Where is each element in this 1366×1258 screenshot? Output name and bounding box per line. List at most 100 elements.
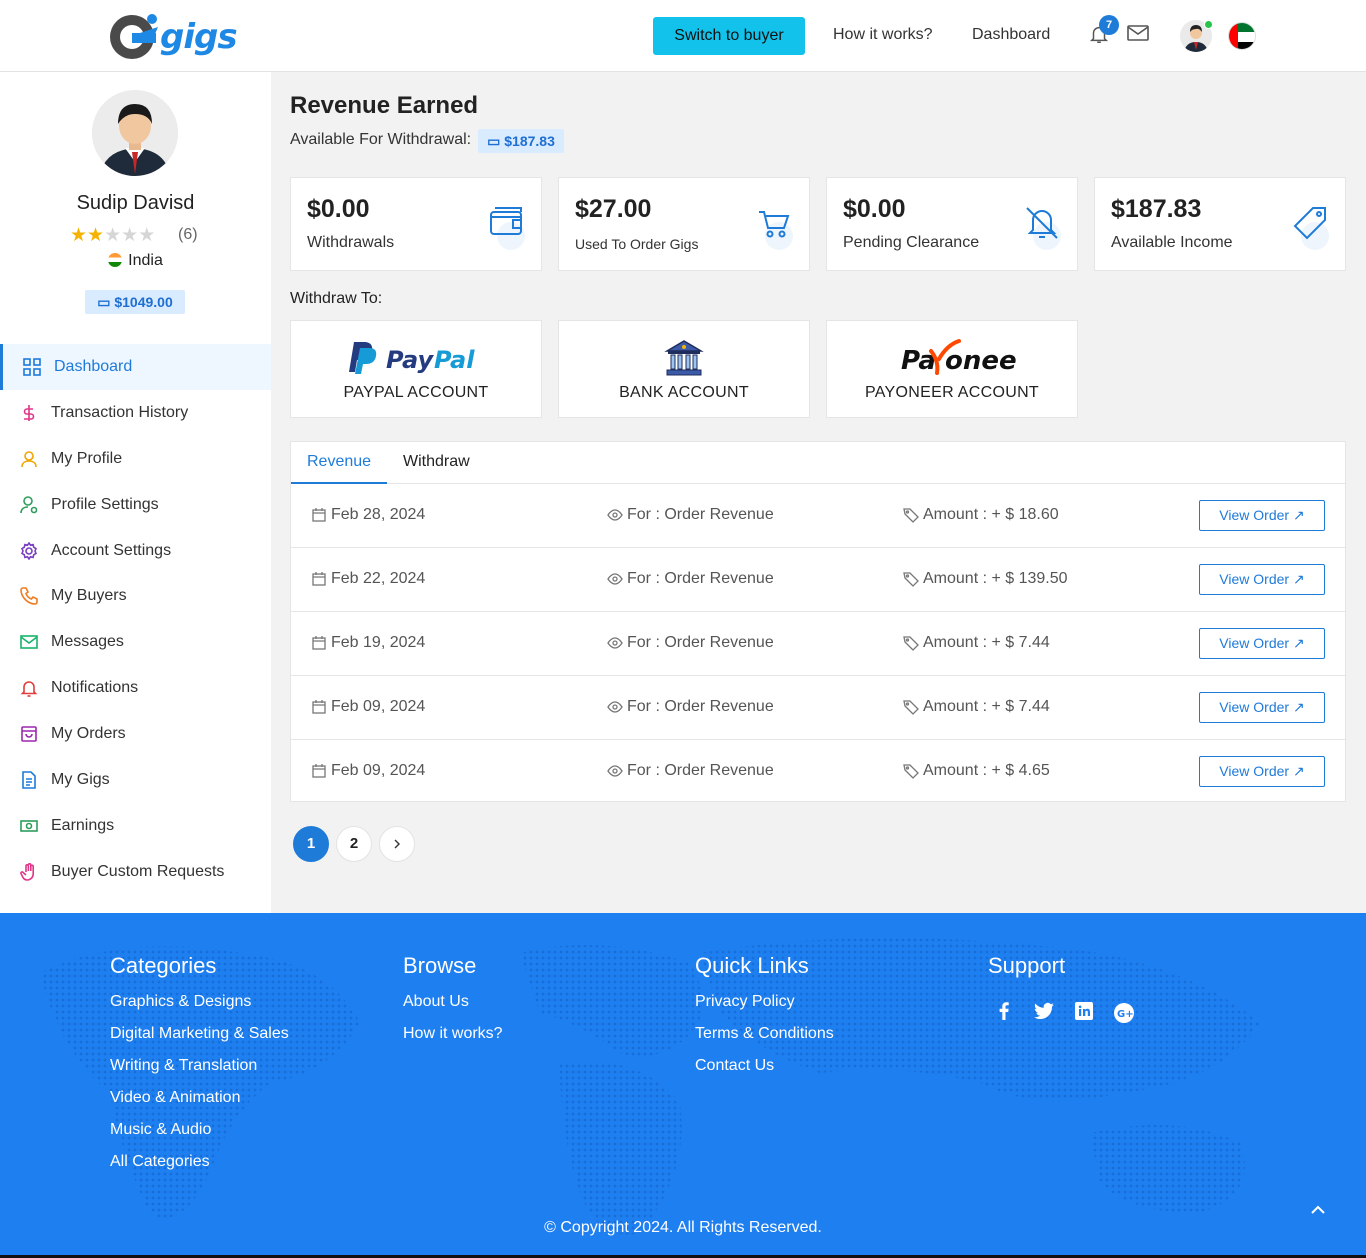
view-order-button[interactable]: View Order ↗: [1199, 564, 1325, 595]
tag-icon: [903, 764, 919, 779]
paypal-logo-text-pay: Pay: [386, 346, 435, 374]
footer-column-quick-links: Quick Links Privacy Policy Terms & Condi…: [695, 953, 834, 1089]
eye-icon: [607, 765, 623, 777]
gigs-logo[interactable]: gigs: [108, 9, 238, 63]
external-link-icon: ↗: [1292, 507, 1305, 523]
hand-icon: [20, 862, 34, 881]
facebook-icon[interactable]: [992, 999, 1016, 1023]
table-row: Feb 09, 2024 For : Order Revenue Amount …: [291, 740, 1345, 804]
view-order-button[interactable]: View Order ↗: [1199, 756, 1325, 787]
star-icon: ★: [121, 225, 139, 246]
external-link-icon: ↗: [1292, 635, 1305, 651]
page-button-2[interactable]: 2: [336, 826, 372, 862]
nav-how-it-works[interactable]: How it works?: [833, 26, 933, 44]
money-icon: [20, 820, 38, 832]
footer-link[interactable]: Terms & Conditions: [695, 1025, 834, 1045]
switch-to-buyer-button[interactable]: Switch to buyer: [653, 17, 805, 55]
row-amount: Amount : + $ 4.65: [923, 762, 1050, 779]
mail-icon[interactable]: [1127, 24, 1149, 42]
bell-off-icon: [1026, 207, 1058, 239]
tab-withdraw[interactable]: Withdraw: [403, 442, 470, 484]
calendar-icon: [312, 636, 326, 650]
revenue-table: Revenue Withdraw Feb 28, 2024 For : Orde…: [290, 441, 1346, 802]
footer-link[interactable]: Video & Animation: [110, 1089, 289, 1109]
sidebar-item-my-gigs[interactable]: My Gigs: [0, 757, 271, 803]
external-link-icon: ↗: [1292, 571, 1305, 587]
footer-link[interactable]: All Categories: [110, 1153, 289, 1173]
tag-icon: [903, 636, 919, 651]
twitter-icon[interactable]: [1032, 999, 1056, 1023]
sidebar-item-messages[interactable]: Messages: [0, 619, 271, 665]
footer-column-categories: Categories Graphics & Designs Digital Ma…: [110, 953, 289, 1185]
profile-rating: ★★★★★ (6): [70, 224, 198, 246]
profile-name: Sudip Davisd: [76, 192, 195, 214]
profile-balance-badge: ▭ $1049.00: [85, 290, 185, 314]
sidebar-item-label: My Orders: [51, 725, 126, 743]
mail-icon: [20, 635, 38, 650]
view-order-label: View Order: [1219, 571, 1290, 587]
sidebar-item-profile-settings[interactable]: Profile Settings: [0, 482, 271, 528]
payoneer-logo: Pa oneer: [827, 333, 1077, 383]
bank-account-option[interactable]: BANK ACCOUNT: [558, 320, 810, 418]
footer-heading: Quick Links: [695, 953, 809, 978]
sidebar-item-my-orders[interactable]: My Orders: [0, 711, 271, 757]
star-icon: ★: [138, 225, 156, 246]
table-row: Feb 09, 2024 For : Order Revenue Amount …: [291, 676, 1345, 740]
footer-link[interactable]: About Us: [403, 993, 503, 1013]
linkedin-icon[interactable]: [1072, 999, 1096, 1023]
footer-link[interactable]: Digital Marketing & Sales: [110, 1025, 289, 1045]
sidebar-item-account-settings[interactable]: Account Settings: [0, 528, 271, 574]
payoneer-account-option[interactable]: Pa oneer PAYONEER ACCOUNT: [826, 320, 1078, 418]
logo-text: gigs: [160, 17, 238, 57]
row-for: For : Order Revenue: [627, 698, 774, 715]
uae-flag-icon[interactable]: [1228, 22, 1256, 50]
nav-dashboard[interactable]: Dashboard: [972, 26, 1050, 44]
phone-icon: [20, 587, 38, 606]
method-label: BANK ACCOUNT: [619, 384, 749, 401]
sidebar-item-my-buyers[interactable]: My Buyers: [0, 573, 271, 619]
profile-avatar: [92, 90, 178, 176]
sidebar-item-transaction-history[interactable]: Transaction History: [0, 390, 271, 436]
tab-revenue[interactable]: Revenue: [291, 442, 388, 484]
wallet-icon: ▭: [97, 294, 115, 310]
table-row: Feb 28, 2024 For : Order Revenue Amount …: [291, 484, 1345, 548]
india-flag-icon: [108, 253, 123, 267]
footer-link[interactable]: Writing & Translation: [110, 1057, 289, 1077]
view-order-button[interactable]: View Order ↗: [1199, 500, 1325, 531]
calendar-icon: [312, 764, 326, 778]
next-page-button[interactable]: [379, 826, 415, 862]
eye-icon: [607, 701, 623, 713]
footer-link[interactable]: How it works?: [403, 1025, 503, 1045]
sidebar-item-earnings[interactable]: Earnings: [0, 803, 271, 849]
paypal-account-option[interactable]: Pay Pal PAYPAL ACCOUNT: [290, 320, 542, 418]
view-order-button[interactable]: View Order ↗: [1199, 692, 1325, 723]
footer-link[interactable]: Graphics & Designs: [110, 993, 289, 1013]
sidebar-item-notifications[interactable]: Notifications: [0, 665, 271, 711]
calendar-icon: [312, 508, 326, 522]
footer: Categories Graphics & Designs Digital Ma…: [0, 913, 1366, 1258]
google-plus-icon[interactable]: G+: [1112, 1001, 1136, 1025]
row-date: Feb 28, 2024: [331, 506, 426, 523]
stat-value: $27.00: [575, 195, 652, 223]
sidebar-item-label: Dashboard: [54, 357, 133, 375]
wallet-icon: ▭: [487, 133, 505, 149]
sidebar-item-dashboard[interactable]: Dashboard: [0, 344, 271, 390]
sidebar-item-label: Earnings: [51, 816, 115, 834]
rating-count: (6): [178, 226, 198, 243]
profile-balance: $1049.00: [114, 294, 173, 310]
page-button-1[interactable]: 1: [293, 826, 329, 862]
chevron-right-icon: [394, 839, 400, 849]
sidebar-item-my-profile[interactable]: My Profile: [0, 436, 271, 482]
tag-icon: [1293, 207, 1326, 240]
footer-link[interactable]: Privacy Policy: [695, 993, 834, 1013]
row-amount: Amount : + $ 7.44: [923, 634, 1050, 651]
footer-heading: Browse: [403, 953, 477, 978]
sidebar-item-buyer-custom-requests[interactable]: Buyer Custom Requests: [0, 849, 271, 895]
view-order-button[interactable]: View Order ↗: [1199, 628, 1325, 659]
footer-heading: Support: [988, 953, 1066, 978]
row-date: Feb 22, 2024: [331, 570, 426, 587]
paypal-logo: Pay Pal: [291, 333, 541, 383]
footer-link[interactable]: Music & Audio: [110, 1121, 289, 1141]
footer-link[interactable]: Contact Us: [695, 1057, 834, 1077]
footer-column-support: Support: [988, 953, 1065, 993]
